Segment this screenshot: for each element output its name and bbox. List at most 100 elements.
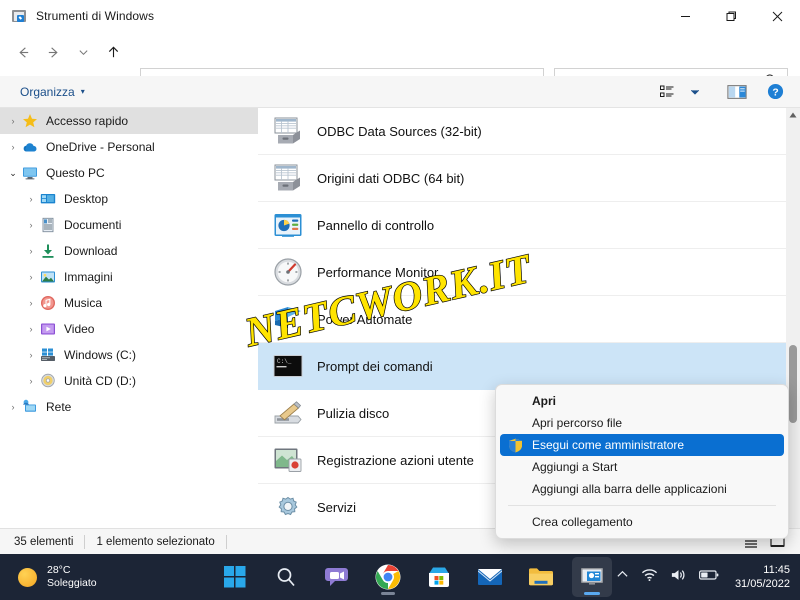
weather-widget[interactable]: 28°C Soleggiato bbox=[18, 564, 97, 590]
back-button[interactable] bbox=[8, 37, 38, 67]
command-prompt-icon: C:\_ bbox=[272, 350, 304, 382]
context-menu-item-aggiungi-a-start[interactable]: Aggiungi a Start bbox=[500, 456, 784, 478]
status-divider bbox=[84, 534, 86, 549]
context-menu-item-label: Apri bbox=[532, 394, 556, 408]
wifi-icon[interactable] bbox=[641, 568, 658, 587]
star-icon bbox=[22, 113, 38, 129]
battery-icon[interactable] bbox=[698, 568, 719, 586]
scroll-up-arrow-icon[interactable] bbox=[786, 108, 800, 122]
clock-time: 11:45 bbox=[763, 564, 790, 576]
file-list-item[interactable]: Pannello di controllo bbox=[258, 202, 786, 249]
clock-widget[interactable]: 11:45 31/05/2022 bbox=[735, 563, 790, 591]
file-list-item-label: Power Automate bbox=[317, 311, 413, 327]
sidebar-item-unit-cd-d[interactable]: › Unità CD (D:) bbox=[0, 368, 258, 394]
sidebar-item-video[interactable]: › Video bbox=[0, 316, 258, 342]
chevron-right-icon[interactable]: › bbox=[4, 116, 22, 126]
chevron-down-icon[interactable] bbox=[682, 80, 708, 104]
music-icon bbox=[40, 295, 56, 311]
maximize-button[interactable] bbox=[708, 0, 754, 32]
sidebar-item-questo-pc[interactable]: ⌄ Questo PC bbox=[0, 160, 258, 186]
tray-overflow-button[interactable] bbox=[616, 568, 629, 586]
chat-button[interactable] bbox=[317, 557, 357, 597]
sidebar-item-immagini[interactable]: › Immagini bbox=[0, 264, 258, 290]
file-list-item-label: Prompt dei comandi bbox=[317, 358, 433, 374]
scrollbar-thumb[interactable] bbox=[789, 345, 797, 423]
file-list-item-label: Servizi bbox=[317, 499, 357, 515]
preview-pane-button[interactable] bbox=[724, 80, 750, 104]
minimize-button[interactable] bbox=[662, 0, 708, 32]
navigation-bar: « Tutti gli elementi d... › Strumenti di… bbox=[0, 32, 800, 96]
sidebar-item-label: OneDrive - Personal bbox=[46, 140, 155, 154]
context-menu-item-aggiungi-alla-barra-delle-applicazioni[interactable]: Aggiungi alla barra delle applicazioni bbox=[500, 478, 784, 500]
microsoft-store-button[interactable] bbox=[419, 557, 459, 597]
close-button[interactable] bbox=[754, 0, 800, 32]
file-list-item[interactable]: Power Automate bbox=[258, 296, 786, 343]
file-list-item[interactable]: ODBC Data Sources (32-bit) bbox=[258, 108, 786, 155]
sidebar-item-documenti[interactable]: › Documenti bbox=[0, 212, 258, 238]
chevron-right-icon[interactable]: › bbox=[4, 402, 22, 412]
chrome-button[interactable] bbox=[368, 557, 408, 597]
chevron-down-icon[interactable]: ⌄ bbox=[4, 168, 22, 179]
recent-locations-button[interactable] bbox=[68, 37, 98, 67]
context-menu-item-crea-collegamento[interactable]: Crea collegamento bbox=[500, 511, 784, 533]
sidebar-item-label: Video bbox=[64, 322, 95, 336]
chevron-right-icon[interactable]: › bbox=[22, 350, 40, 360]
context-menu-item-label: Apri percorso file bbox=[532, 416, 623, 430]
search-taskbar-button[interactable] bbox=[266, 557, 306, 597]
context-menu[interactable]: Apri Apri percorso file Esegui come ammini… bbox=[495, 384, 789, 539]
chevron-right-icon[interactable]: › bbox=[22, 324, 40, 334]
sidebar-item-label: Download bbox=[64, 244, 118, 258]
sidebar-item-label: Musica bbox=[64, 296, 103, 310]
sidebar-item-download[interactable]: › Download bbox=[0, 238, 258, 264]
svg-text:?: ? bbox=[772, 87, 778, 98]
forward-button[interactable] bbox=[38, 37, 68, 67]
sidebar-item-label: Unità CD (D:) bbox=[64, 374, 137, 388]
sidebar-item-windows-c[interactable]: › Windows (C:) bbox=[0, 342, 258, 368]
status-selection-info: 1 elemento selezionato bbox=[96, 535, 215, 548]
navigation-pane[interactable]: › Accesso rapido › OneDrive - Personal ⌄ Ques… bbox=[0, 108, 258, 528]
steps-recorder-icon bbox=[272, 444, 304, 476]
sidebar-item-label: Windows (C:) bbox=[64, 348, 137, 362]
file-list-item[interactable]: Performance Monitor bbox=[258, 249, 786, 296]
volume-icon[interactable] bbox=[670, 568, 687, 587]
context-menu-separator bbox=[508, 505, 776, 506]
context-menu-item-label: Aggiungi a Start bbox=[532, 460, 618, 474]
up-button[interactable] bbox=[98, 37, 128, 67]
sidebar-item-onedrive-personal[interactable]: › OneDrive - Personal bbox=[0, 134, 258, 160]
chevron-right-icon[interactable]: › bbox=[4, 142, 22, 152]
windows-tools-taskbar-button[interactable] bbox=[572, 557, 612, 597]
file-list-item-label: Registrazione azioni utente bbox=[317, 452, 474, 468]
chevron-right-icon[interactable]: › bbox=[22, 272, 40, 282]
control-panel-icon bbox=[272, 209, 304, 241]
cloud-icon bbox=[22, 139, 38, 155]
file-list-item[interactable]: C:\_ Prompt dei comandi bbox=[258, 343, 786, 390]
chevron-right-icon[interactable]: › bbox=[22, 376, 40, 386]
chevron-right-icon[interactable]: › bbox=[22, 194, 40, 204]
start-button[interactable] bbox=[215, 557, 255, 597]
performance-monitor-icon bbox=[272, 256, 304, 288]
window-title: Strumenti di Windows bbox=[36, 9, 155, 23]
mail-button[interactable] bbox=[470, 557, 510, 597]
organize-button[interactable]: Organizza ▾ bbox=[14, 82, 91, 102]
sidebar-item-desktop[interactable]: › Desktop bbox=[0, 186, 258, 212]
video-icon bbox=[40, 321, 56, 337]
weather-temperature: 28°C bbox=[47, 564, 71, 576]
hard-drive-icon bbox=[40, 347, 56, 363]
view-options-button[interactable] bbox=[654, 80, 680, 104]
chevron-right-icon[interactable]: › bbox=[22, 298, 40, 308]
context-menu-item-apri-percorso-file[interactable]: Apri percorso file bbox=[500, 412, 784, 434]
file-list-item[interactable]: Origini dati ODBC (64 bit) bbox=[258, 155, 786, 202]
svg-text:C:\_: C:\_ bbox=[277, 358, 292, 365]
sidebar-item-rete[interactable]: › Rete bbox=[0, 394, 258, 420]
context-menu-item-apri[interactable]: Apri bbox=[500, 390, 784, 412]
sidebar-item-musica[interactable]: › Musica bbox=[0, 290, 258, 316]
taskbar: 28°C Soleggiato 11:45 31/05/2022 bbox=[0, 554, 800, 600]
help-button[interactable]: ? bbox=[762, 80, 788, 104]
network-icon bbox=[22, 399, 38, 415]
chevron-right-icon[interactable]: › bbox=[22, 220, 40, 230]
chevron-right-icon[interactable]: › bbox=[22, 246, 40, 256]
sidebar-item-accesso-rapido[interactable]: › Accesso rapido bbox=[0, 108, 258, 134]
file-explorer-button[interactable] bbox=[521, 557, 561, 597]
context-menu-item-label: Aggiungi alla barra delle applicazioni bbox=[532, 482, 727, 496]
context-menu-item-esegui-come-amministratore[interactable]: Esegui come amministratore bbox=[500, 434, 784, 456]
